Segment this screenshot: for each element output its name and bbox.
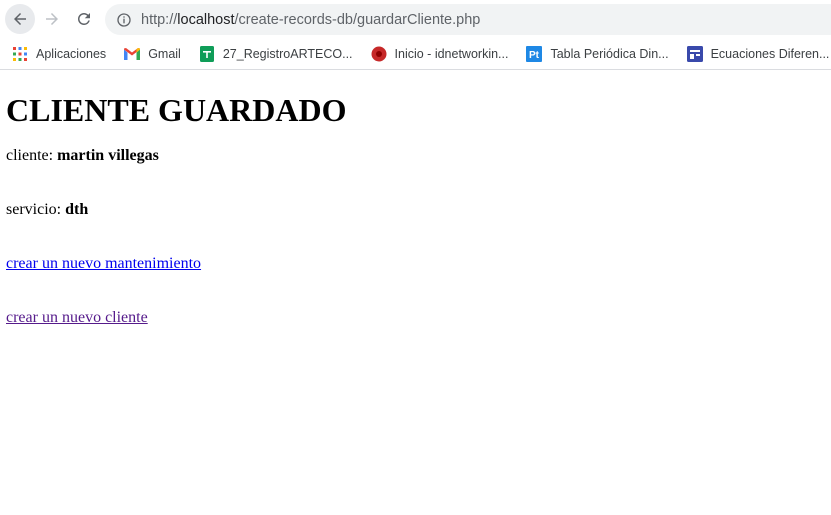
bookmark-label: 27_RegistroARTECO... bbox=[222, 46, 353, 61]
new-cliente-link[interactable]: crear un nuevo cliente bbox=[6, 309, 148, 326]
cliente-label: cliente: bbox=[6, 147, 54, 164]
bookmark-tabla-periodica[interactable]: Pt Tabla Periódica Din... bbox=[520, 40, 674, 68]
cliente-line: cliente: martin villegas bbox=[6, 147, 831, 165]
apps-grid-icon bbox=[12, 46, 28, 62]
reload-button[interactable] bbox=[69, 4, 99, 34]
bookmark-gmail[interactable]: Gmail bbox=[118, 40, 187, 68]
cliente-value: martin villegas bbox=[57, 147, 159, 164]
url-path: /create-records-db/guardarCliente.php bbox=[234, 11, 481, 28]
cliente-link-line: crear un nuevo cliente bbox=[6, 309, 831, 327]
bookmark-idnetworking[interactable]: Inicio - idnetworkin... bbox=[365, 40, 515, 68]
servicio-value: dth bbox=[65, 201, 89, 218]
browser-toolbar: http://localhost/create-records-db/guard… bbox=[0, 0, 831, 38]
reload-icon bbox=[78, 12, 90, 25]
svg-text:Pt: Pt bbox=[529, 50, 540, 61]
bookmark-label: Inicio - idnetworkin... bbox=[394, 46, 509, 61]
forward-arrow-icon bbox=[46, 13, 58, 25]
forward-button[interactable] bbox=[37, 4, 67, 34]
blue-doc-icon bbox=[686, 45, 703, 62]
bookmarks-bar: Aplicaciones Gmail 27_RegistroARTECO... … bbox=[0, 38, 831, 70]
url-scheme: http:// bbox=[141, 11, 178, 28]
bookmark-ecuaciones[interactable]: Ecuaciones Diferen... bbox=[681, 40, 831, 68]
bookmark-label: Ecuaciones Diferen... bbox=[710, 46, 830, 61]
back-button[interactable] bbox=[5, 4, 35, 34]
address-bar[interactable]: http://localhost/create-records-db/guard… bbox=[105, 4, 831, 35]
back-arrow-icon bbox=[14, 13, 26, 25]
bookmark-label: Aplicaciones bbox=[36, 46, 107, 61]
bookmark-label: Tabla Periódica Din... bbox=[550, 46, 669, 61]
page-title: CLIENTE GUARDADO bbox=[6, 92, 347, 128]
url-text: http://localhost/create-records-db/guard… bbox=[141, 12, 480, 28]
servicio-label: servicio: bbox=[6, 201, 62, 218]
page-content: CLIENTE GUARDADO cliente: martin villega… bbox=[0, 71, 831, 515]
bookmark-registroarteco[interactable]: 27_RegistroARTECO... bbox=[193, 40, 359, 68]
servicio-line: servicio: dth bbox=[6, 201, 831, 219]
gmail-icon bbox=[124, 46, 141, 62]
bookmark-aplicaciones[interactable]: Aplicaciones bbox=[6, 40, 112, 68]
pt-icon: Pt bbox=[526, 45, 543, 62]
url-host: localhost bbox=[177, 11, 235, 28]
sheets-icon bbox=[199, 45, 215, 62]
info-icon[interactable] bbox=[115, 11, 133, 29]
new-mantenimiento-link[interactable]: crear un nuevo mantenimiento bbox=[6, 255, 201, 272]
mantenimiento-line: crear un nuevo mantenimiento bbox=[6, 255, 831, 273]
red-circle-icon bbox=[371, 46, 387, 62]
bookmark-label: Gmail bbox=[148, 46, 181, 61]
